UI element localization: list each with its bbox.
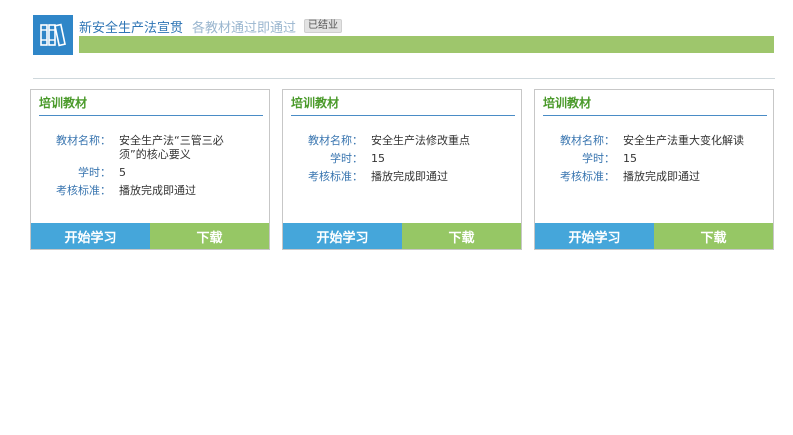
- material-name-label: 教材名称：: [56, 134, 111, 147]
- material-card: 培训教材 教材名称： 安全生产法修改重点 学时： 15 考核标准： 播放完成即通…: [282, 89, 522, 250]
- card-header: 培训教材: [543, 94, 767, 116]
- criteria-row: 考核标准： 播放完成即通过: [39, 184, 263, 198]
- card-header-title: 培训教材: [543, 96, 592, 110]
- card-header: 培训教材: [39, 94, 263, 116]
- hours-label: 学时：: [78, 166, 111, 179]
- criteria-label: 考核标准：: [308, 170, 363, 183]
- criteria-value: 播放完成即通过: [623, 170, 700, 183]
- divider: [33, 78, 775, 79]
- card-actions: 开始学习 下载: [31, 223, 269, 249]
- hours-value: 15: [371, 152, 385, 165]
- status-badge: 已结业: [304, 19, 343, 33]
- criteria-row: 考核标准： 播放完成即通过: [291, 170, 515, 184]
- progress-fill: [79, 36, 774, 53]
- material-card: 培训教材 教材名称： 安全生产法“三管三必须”的核心要义 学时： 5 考核标准：…: [30, 89, 270, 250]
- progress-bar: [79, 36, 774, 53]
- hours-row: 学时： 5: [39, 166, 263, 180]
- material-name-label: 教材名称：: [560, 134, 615, 147]
- card-body: 教材名称： 安全生产法修改重点 学时： 15 考核标准： 播放完成即通过: [291, 134, 515, 188]
- start-learning-button[interactable]: 开始学习: [283, 223, 402, 249]
- download-button[interactable]: 下载: [654, 223, 773, 249]
- criteria-value: 播放完成即通过: [119, 184, 196, 197]
- criteria-label: 考核标准：: [56, 184, 111, 197]
- material-name-value: 安全生产法“三管三必须”的核心要义: [119, 134, 224, 161]
- hours-row: 学时： 15: [291, 152, 515, 166]
- hours-label: 学时：: [330, 152, 363, 165]
- card-actions: 开始学习 下载: [535, 223, 773, 249]
- download-button[interactable]: 下载: [150, 223, 269, 249]
- course-subtitle: 各教材通过即通过: [192, 20, 297, 36]
- material-card: 培训教材 教材名称： 安全生产法重大变化解读 学时： 15 考核标准： 播放完成…: [534, 89, 774, 250]
- download-button[interactable]: 下载: [402, 223, 521, 249]
- criteria-row: 考核标准： 播放完成即通过: [543, 170, 767, 184]
- hours-row: 学时： 15: [543, 152, 767, 166]
- course-title[interactable]: 新安全生产法宣贯: [79, 17, 183, 36]
- material-name-label: 教材名称：: [308, 134, 363, 147]
- material-name-row: 教材名称： 安全生产法重大变化解读: [543, 134, 767, 148]
- card-header-title: 培训教材: [39, 96, 88, 110]
- hours-value: 5: [119, 166, 126, 179]
- hours-label: 学时：: [582, 152, 615, 165]
- card-actions: 开始学习 下载: [283, 223, 521, 249]
- card-header: 培训教材: [291, 94, 515, 116]
- card-header-title: 培训教材: [291, 96, 340, 110]
- material-name-row: 教材名称： 安全生产法修改重点: [291, 134, 515, 148]
- criteria-value: 播放完成即通过: [371, 170, 448, 183]
- start-learning-button[interactable]: 开始学习: [535, 223, 654, 249]
- course-title-row: 新安全生产法宣贯 各教材通过即通过 已结业: [79, 17, 343, 36]
- start-learning-button[interactable]: 开始学习: [31, 223, 150, 249]
- material-name-value: 安全生产法修改重点: [371, 134, 470, 147]
- criteria-label: 考核标准：: [560, 170, 615, 183]
- books-icon: [33, 15, 73, 55]
- course-header: 新安全生产法宣贯 各教材通过即通过 已结业: [33, 15, 774, 55]
- material-name-value: 安全生产法重大变化解读: [623, 134, 744, 147]
- hours-value: 15: [623, 152, 637, 165]
- card-body: 教材名称： 安全生产法重大变化解读 学时： 15 考核标准： 播放完成即通过: [543, 134, 767, 188]
- card-body: 教材名称： 安全生产法“三管三必须”的核心要义 学时： 5 考核标准： 播放完成…: [39, 134, 263, 202]
- material-name-row: 教材名称： 安全生产法“三管三必须”的核心要义: [39, 134, 263, 162]
